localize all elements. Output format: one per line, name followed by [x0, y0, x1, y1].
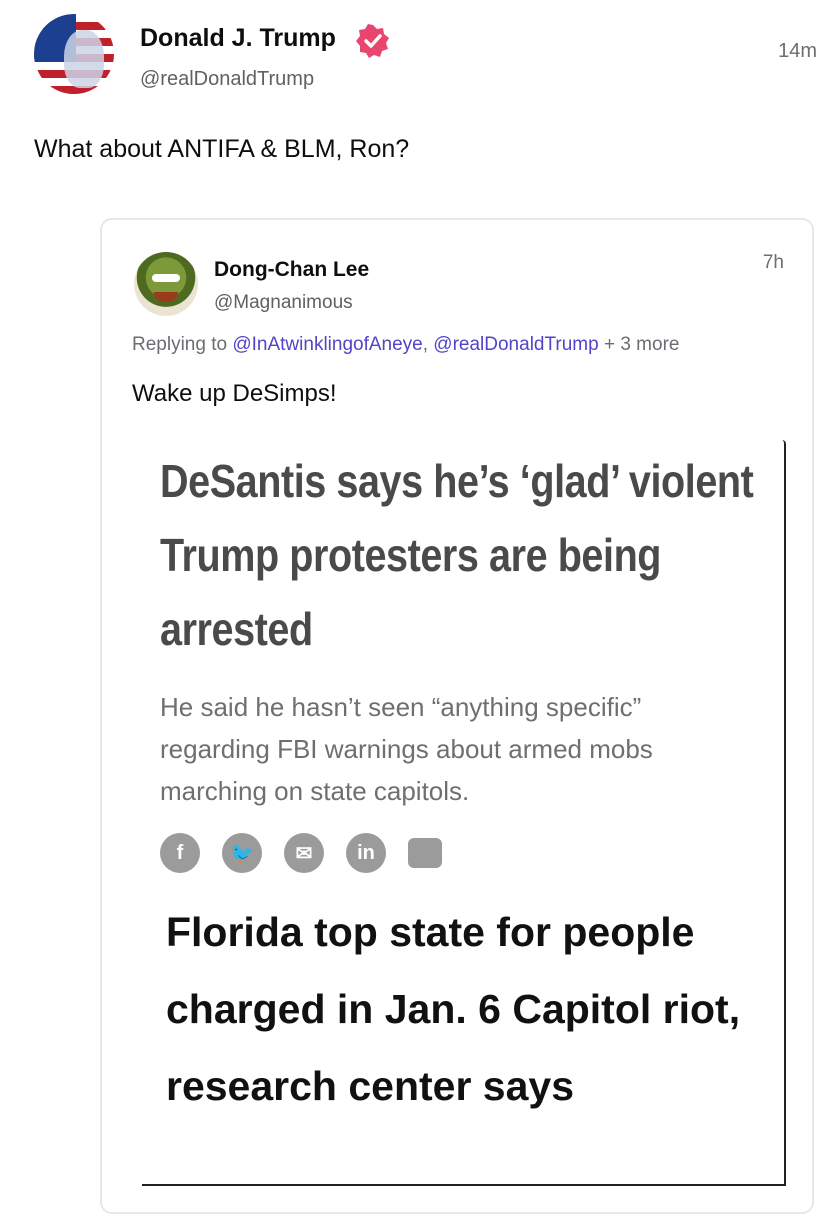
- reply-mention-link[interactable]: @realDonaldTrump: [433, 334, 598, 355]
- reply-more[interactable]: + 3 more: [599, 334, 680, 355]
- quoted-author-name[interactable]: Dong-Chan Lee: [214, 258, 369, 282]
- reply-mention-link[interactable]: @InAtwinklingofAneye: [232, 334, 422, 355]
- facebook-icon: f: [160, 833, 200, 873]
- avatar-face: [64, 30, 104, 88]
- replying-prefix: Replying to: [132, 334, 233, 355]
- email-icon: ✉: [284, 833, 324, 873]
- author-avatar[interactable]: [34, 14, 114, 94]
- verified-badge-icon: [356, 24, 389, 58]
- article-second-headline: Florida top state for people charged in …: [166, 909, 741, 1109]
- quoted-timestamp[interactable]: 7h: [763, 252, 784, 274]
- article-share-icons: f 🐦 ✉ in: [160, 833, 442, 873]
- twitter-icon: 🐦: [222, 833, 262, 873]
- attached-article-image[interactable]: DeSantis says he’s ‘glad’ violent Trump …: [142, 440, 786, 1186]
- replying-to-line: Replying to @InAtwinklingofAneye, @realD…: [132, 334, 679, 356]
- quoted-post-text: Wake up DeSimps!: [132, 380, 337, 407]
- avatar-eyes: [152, 274, 180, 282]
- author-name[interactable]: Donald J. Trump: [140, 24, 336, 53]
- article-subhead: He said he hasn’t seen “anything specifi…: [160, 692, 653, 806]
- article-headline: DeSantis says he’s ‘glad’ violent Trump …: [160, 455, 754, 655]
- author-handle[interactable]: @realDonaldTrump: [140, 68, 314, 91]
- quoted-post-card[interactable]: Dong-Chan Lee @Magnanimous 7h Replying t…: [100, 218, 814, 1214]
- post-text: What about ANTIFA & BLM, Ron?: [34, 135, 410, 163]
- post-timestamp[interactable]: 14m: [778, 40, 817, 63]
- reply-separator: ,: [422, 334, 434, 355]
- quoted-author-handle[interactable]: @Magnanimous: [214, 292, 353, 314]
- quoted-author-avatar[interactable]: [134, 252, 198, 316]
- comment-icon: [408, 838, 442, 868]
- linkedin-icon: in: [346, 833, 386, 873]
- avatar-mouth: [154, 292, 178, 302]
